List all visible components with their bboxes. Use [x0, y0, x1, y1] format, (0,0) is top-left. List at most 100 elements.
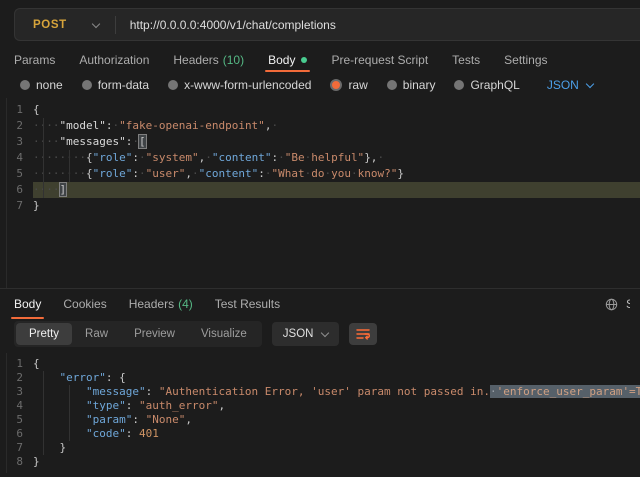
headers-count-badge: (10)	[223, 53, 244, 67]
code-line[interactable]: 8}	[7, 455, 640, 469]
line-number: 2	[7, 118, 33, 134]
line-number: 2	[7, 371, 33, 385]
request-tabs: Params Authorization Headers (10) Body P…	[0, 48, 640, 72]
code-line[interactable]: 1{	[7, 357, 640, 371]
indent-guide	[69, 385, 70, 441]
chevron-down-icon	[321, 328, 329, 336]
view-preview[interactable]: Preview	[121, 323, 188, 345]
whitespace-dots: ·	[305, 167, 312, 180]
radio-icon	[20, 80, 30, 90]
request-body-editor[interactable]: 1{2····"model":·"fake-openai-endpoint",·…	[6, 98, 640, 288]
response-headers-count-badge: (4)	[178, 297, 193, 311]
code-line[interactable]: 5········{"role":·"user",·"content":·"Wh…	[7, 166, 640, 182]
whitespace-dots: ·	[192, 167, 199, 180]
whitespace-dots: ·	[132, 135, 139, 148]
response-toolbar: Pretty Raw Preview Visualize JSON	[0, 319, 640, 353]
radio-icon	[387, 80, 397, 90]
whitespace-dots: ·	[271, 119, 278, 132]
line-number: 6	[7, 182, 33, 198]
code-line[interactable]: 1{	[7, 102, 640, 118]
radio-icon	[168, 80, 178, 90]
line-number: 3	[7, 134, 33, 150]
radio-binary[interactable]: binary	[387, 78, 436, 92]
whitespace-dots: ·	[139, 151, 146, 164]
chevron-down-icon	[586, 79, 594, 87]
url-separator	[115, 16, 116, 34]
line-number: 1	[7, 357, 33, 371]
response-body-editor[interactable]: 1{2 "error": {3 "message": "Authenticati…	[6, 353, 640, 473]
code-line[interactable]: 6 "code": 401	[7, 427, 640, 441]
response-tab-cookies[interactable]: Cookies	[63, 289, 106, 319]
response-tab-body[interactable]: Body	[14, 289, 41, 319]
globe-icon	[605, 298, 618, 311]
raw-format-select[interactable]: JSON	[547, 78, 593, 92]
radio-raw[interactable]: raw	[330, 78, 367, 92]
tab-params[interactable]: Params	[14, 48, 55, 72]
method-selector[interactable]: POST	[15, 19, 67, 31]
line-number: 7	[7, 198, 33, 214]
view-switcher: Pretty Raw Preview Visualize	[14, 321, 262, 347]
active-tab-underline	[265, 70, 310, 72]
tab-pre-request-script[interactable]: Pre-request Script	[331, 48, 428, 72]
tab-settings[interactable]: Settings	[504, 48, 547, 72]
radio-form-data[interactable]: form-data	[82, 78, 149, 92]
response-meta: S	[605, 289, 630, 319]
whitespace-dots: ·	[324, 167, 331, 180]
code-line[interactable]: 6····]	[7, 182, 640, 198]
code-line[interactable]: 7}	[7, 198, 640, 214]
line-number: 3	[7, 385, 33, 399]
whitespace-dots: ·	[205, 151, 212, 164]
request-url-bar: POST http://0.0.0.0:4000/v1/chat/complet…	[14, 8, 640, 41]
active-tab-underline	[11, 317, 44, 319]
code-line[interactable]: 2····"model":·"fake-openai-endpoint",·	[7, 118, 640, 134]
line-number: 4	[7, 150, 33, 166]
code-line[interactable]: 2 "error": {	[7, 371, 640, 385]
whitespace-dots: ·	[278, 151, 285, 164]
line-number: 1	[7, 102, 33, 118]
tab-authorization[interactable]: Authorization	[79, 48, 149, 72]
line-number: 5	[7, 413, 33, 427]
indent-guide	[43, 118, 44, 198]
line-number: 5	[7, 166, 33, 182]
response-tab-headers[interactable]: Headers (4)	[129, 289, 193, 319]
response-tab-test-results[interactable]: Test Results	[215, 289, 280, 319]
code-line[interactable]: 4········{"role":·"system",·"content":·"…	[7, 150, 640, 166]
whitespace-dots: ········	[33, 151, 86, 164]
wrap-text-button[interactable]	[349, 323, 377, 345]
whitespace-dots: ····	[33, 135, 60, 148]
url-input[interactable]: http://0.0.0.0:4000/v1/chat/completions	[130, 18, 336, 32]
line-number: 8	[7, 455, 33, 469]
code-line[interactable]: 5 "param": "None",	[7, 413, 640, 427]
line-number: 6	[7, 427, 33, 441]
status-text-clipped: S	[626, 297, 630, 311]
whitespace-dots: ·	[490, 385, 497, 398]
code-line[interactable]: 7 }	[7, 441, 640, 455]
method-chevron-down-icon[interactable]	[93, 16, 99, 34]
body-modified-dot-icon	[301, 57, 307, 63]
view-visualize[interactable]: Visualize	[188, 323, 260, 345]
whitespace-dots: ·	[139, 167, 146, 180]
code-line[interactable]: 4 "type": "auth_error",	[7, 399, 640, 413]
body-type-row: none form-data x-www-form-urlencoded raw…	[0, 72, 640, 98]
whitespace-dots: ····	[33, 119, 60, 132]
wrap-text-icon	[355, 327, 371, 341]
view-raw[interactable]: Raw	[72, 323, 121, 345]
view-pretty[interactable]: Pretty	[16, 323, 72, 345]
whitespace-dots: ·	[305, 151, 312, 164]
whitespace-dots: ·	[351, 167, 358, 180]
tab-body[interactable]: Body	[268, 48, 307, 72]
tab-headers[interactable]: Headers (10)	[173, 48, 244, 72]
radio-x-www-form-urlencoded[interactable]: x-www-form-urlencoded	[168, 78, 311, 92]
line-number: 7	[7, 441, 33, 455]
code-line[interactable]: 3 "message": "Authentication Error, 'use…	[7, 385, 640, 399]
radio-graphql[interactable]: GraphQL	[454, 78, 519, 92]
response-format-dropdown[interactable]: JSON	[272, 322, 340, 346]
indent-guide	[43, 371, 44, 455]
radio-none[interactable]: none	[20, 78, 63, 92]
indent-guide	[69, 150, 70, 182]
tab-tests[interactable]: Tests	[452, 48, 480, 72]
response-tabs: Body Cookies Headers (4) Test Results S	[0, 289, 640, 319]
code-line[interactable]: 3····"messages":·[	[7, 134, 640, 150]
whitespace-dots: ····	[33, 183, 60, 196]
whitespace-dots: ········	[33, 167, 86, 180]
